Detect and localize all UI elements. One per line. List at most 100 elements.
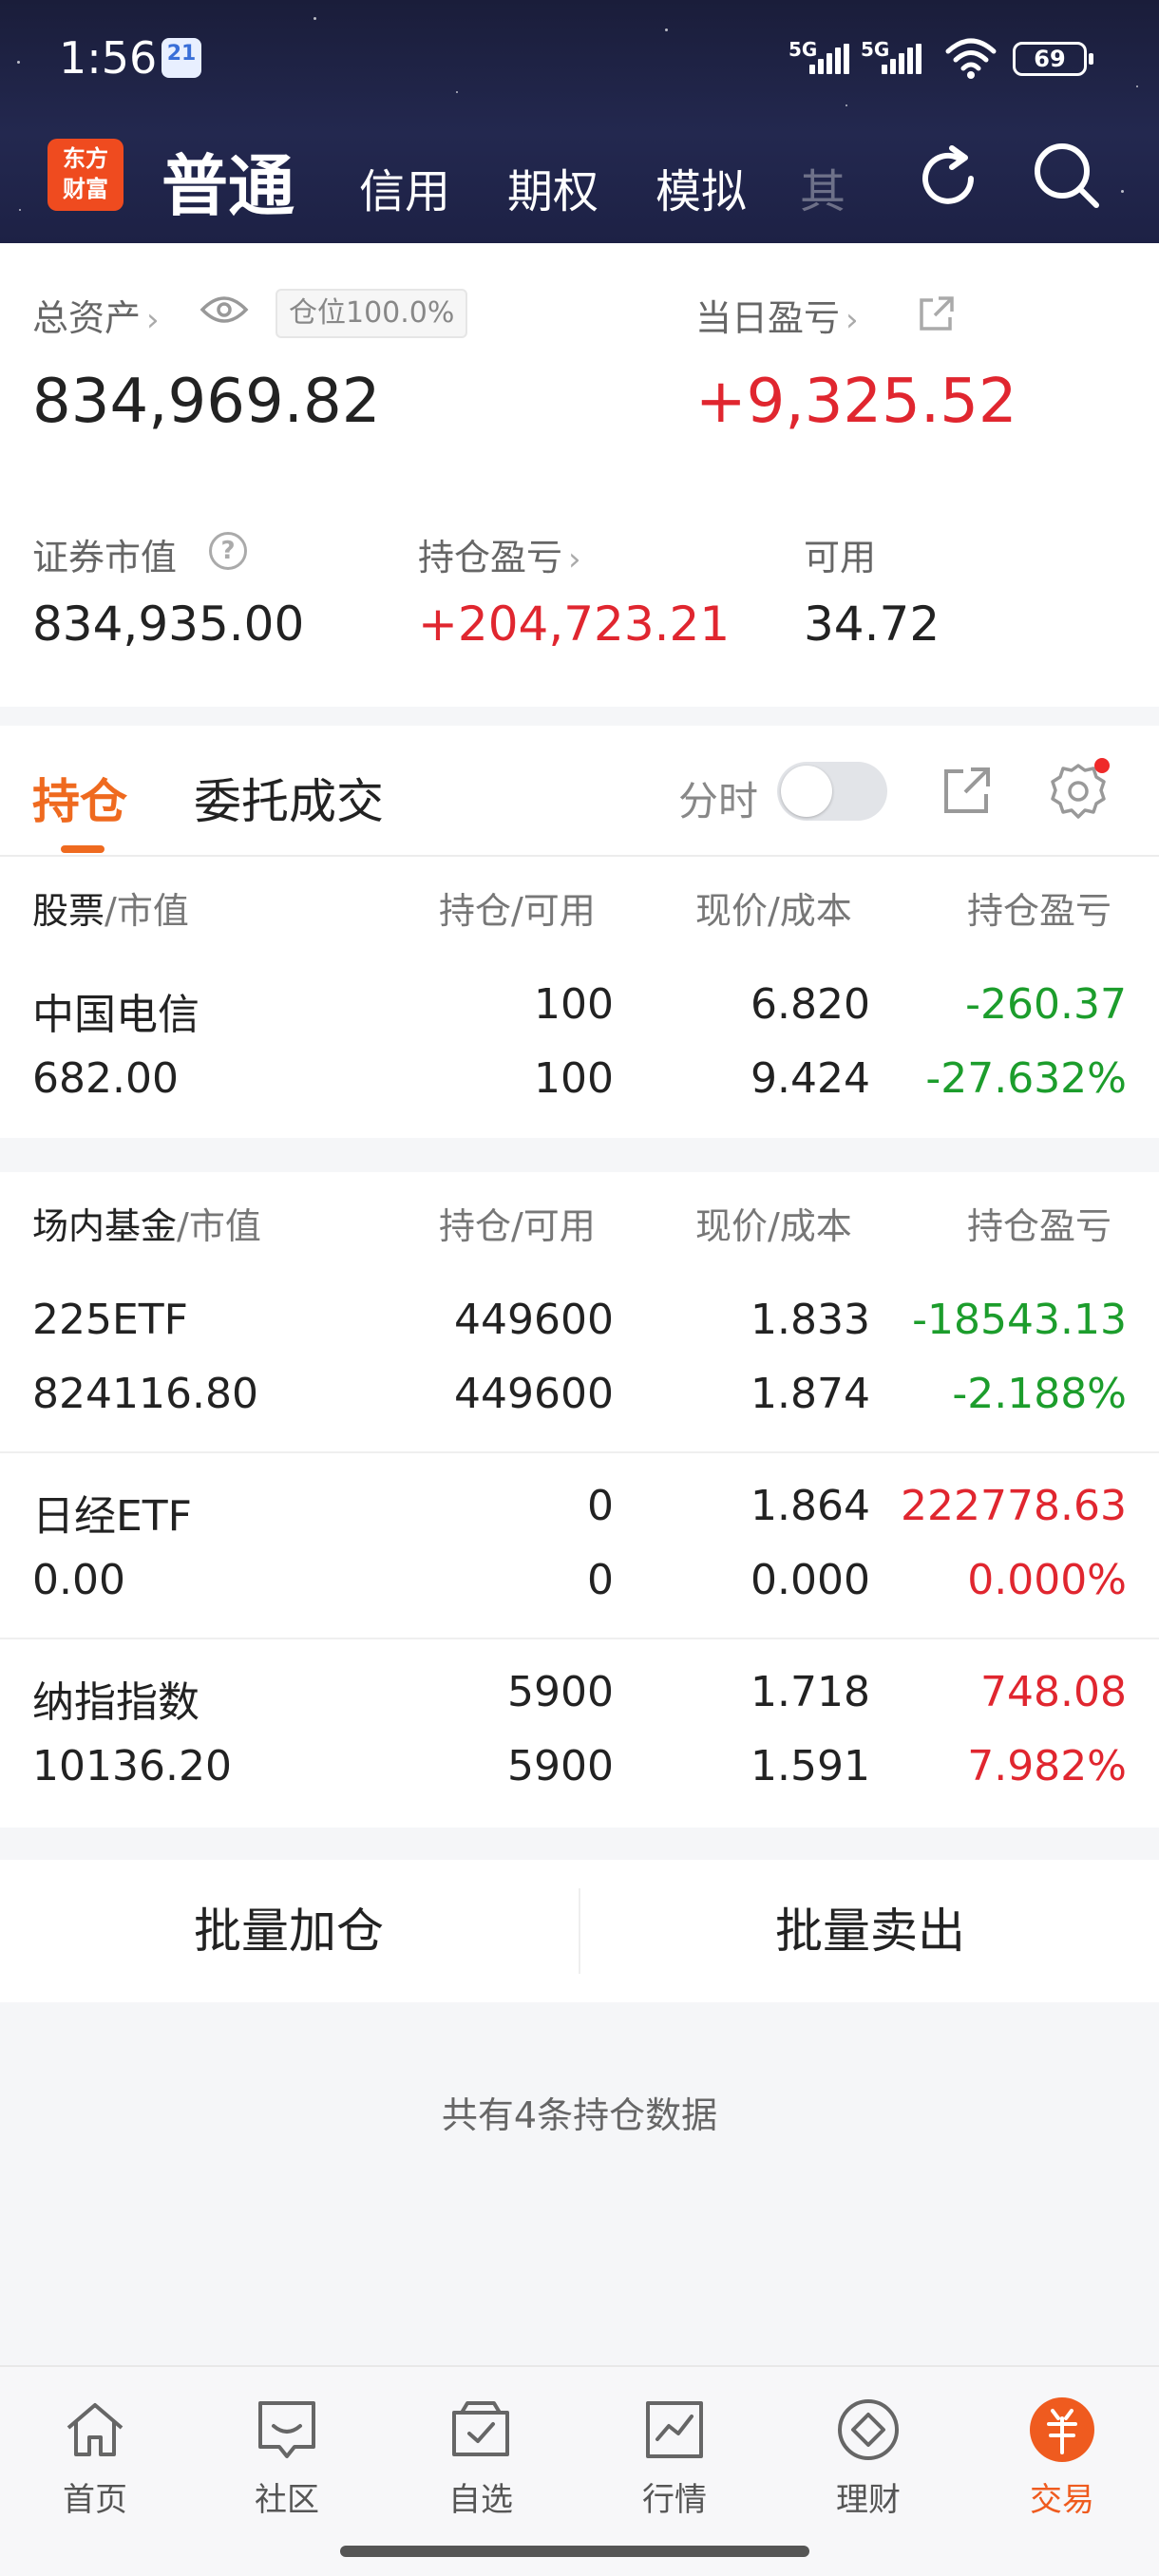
tab-credit[interactable]: 信用 <box>359 154 450 220</box>
market-icon <box>646 2401 703 2458</box>
holding-qty: 5900 <box>507 1668 614 1716</box>
holdings-count: 共有4条持仓数据 <box>441 2094 718 2136</box>
holding-pnl-pct: 0.000% <box>967 1556 1127 1604</box>
tab-holdings[interactable]: 持仓 <box>32 764 127 832</box>
holding-pnl: 748.08 <box>980 1668 1127 1716</box>
home-icon <box>66 2403 124 2456</box>
holding-market-value: 0.00 <box>32 1556 125 1604</box>
available-label: 可用 <box>804 537 877 578</box>
nav-label: 行情 <box>642 2481 707 2519</box>
holding-qty: 0 <box>587 1482 614 1530</box>
col-head-price: 现价/成本 <box>695 890 852 932</box>
nav-watchlist[interactable]: 自选 <box>405 2396 557 2538</box>
holding-qty: 100 <box>534 980 614 1029</box>
active-tab-indicator <box>61 845 104 853</box>
total-assets-label[interactable]: 总资产 › <box>32 289 160 341</box>
notification-icon: 21 <box>162 38 201 78</box>
col-head-name-text: 股票 <box>32 890 105 932</box>
trade-icon <box>1030 2397 1094 2462</box>
batch-add-button[interactable]: 批量加仓 <box>0 1860 578 2002</box>
col-head-name: 股票/市值 <box>32 881 189 934</box>
col-head-name-suffix: /市值 <box>177 1205 261 1247</box>
holding-cost: 9.424 <box>750 1054 870 1103</box>
nav-trade[interactable]: 交易 <box>986 2396 1138 2538</box>
nav-label: 首页 <box>63 2481 127 2519</box>
holding-row[interactable]: 225ETF 824116.80 449600 449600 1.833 1.8… <box>0 1267 1159 1453</box>
nav-label: 社区 <box>255 2481 319 2519</box>
holding-cost: 0.000 <box>750 1556 870 1604</box>
app-logo: 东方 财富 <box>48 139 124 211</box>
holding-available: 5900 <box>507 1742 614 1790</box>
holding-cost: 1.874 <box>750 1370 870 1418</box>
funds-section: 场内基金/市值 持仓/可用 现价/成本 持仓盈亏 225ETF 824116.8… <box>0 1172 1159 1828</box>
col-head-pnl: 持仓盈亏 <box>967 890 1112 932</box>
daily-pnl-label[interactable]: 当日盈亏 › <box>695 289 859 341</box>
batch-actions: 批量加仓 批量卖出 <box>0 1860 1159 2002</box>
holding-available: 0 <box>587 1556 614 1604</box>
holding-pnl-pct: -27.632% <box>925 1054 1127 1103</box>
holding-pnl: -260.37 <box>965 980 1127 1029</box>
share-icon[interactable] <box>940 764 994 817</box>
holding-pnl-pct: 7.982% <box>967 1742 1127 1790</box>
holding-price: 1.718 <box>750 1668 870 1716</box>
asset-summary: 总资产 › 仓位100.0% 834,969.82 当日盈亏 › +9,325.52… <box>0 243 1159 707</box>
holding-name: 225ETF <box>32 1296 188 1344</box>
holding-cost: 1.591 <box>750 1742 870 1790</box>
help-icon[interactable]: ? <box>209 532 247 570</box>
holding-price: 6.820 <box>750 980 870 1029</box>
wifi-icon <box>945 38 997 79</box>
col-head-name-text: 场内基金 <box>32 1205 178 1247</box>
holdings-tabs: 持仓 委托成交 分时 <box>0 726 1159 857</box>
tab-simulation[interactable]: 模拟 <box>656 154 747 220</box>
batch-sell-button[interactable]: 批量卖出 <box>581 1860 1159 2002</box>
nav-market[interactable]: 行情 <box>598 2396 750 2538</box>
timeshare-label: 分时 <box>678 778 759 824</box>
daily-pnl-value: +9,325.52 <box>695 367 1017 437</box>
available-value: 34.72 <box>804 597 940 652</box>
holding-row[interactable]: 纳指指数 10136.20 5900 5900 1.718 1.591 748.… <box>0 1639 1159 1826</box>
notification-dot <box>1094 758 1110 773</box>
total-assets-text: 总资产 <box>32 297 142 339</box>
tab-normal[interactable]: 普通 <box>162 133 294 229</box>
holding-row[interactable]: 中国电信 682.00 100 100 6.820 9.424 -260.37 … <box>0 952 1159 1138</box>
holding-pnl-text: 持仓盈亏 <box>418 537 563 578</box>
holding-pnl-label[interactable]: 持仓盈亏 › <box>418 528 581 580</box>
search-icon[interactable] <box>1028 137 1104 213</box>
holding-market-value: 824116.80 <box>32 1370 258 1418</box>
external-link-icon[interactable] <box>916 294 956 334</box>
col-head-name-suffix: /市值 <box>104 890 189 932</box>
holding-pnl: 222778.63 <box>901 1482 1127 1530</box>
refresh-icon[interactable] <box>910 141 986 217</box>
status-time: 1:56 <box>59 32 158 84</box>
market-value: 834,935.00 <box>32 597 305 652</box>
tab-orders[interactable]: 委托成交 <box>194 764 384 832</box>
holding-available: 100 <box>534 1054 614 1103</box>
chevron-right-icon: › <box>146 301 160 339</box>
position-ratio-badge: 仓位100.0% <box>276 289 468 338</box>
timeshare-toggle[interactable] <box>777 762 887 821</box>
holding-name: 中国电信 <box>32 991 200 1039</box>
nav-label: 自选 <box>448 2481 513 2519</box>
watchlist-icon <box>452 2401 509 2456</box>
total-assets-value: 834,969.82 <box>32 367 381 437</box>
tab-other[interactable]: 其 <box>800 154 846 220</box>
home-indicator[interactable] <box>340 2546 809 2557</box>
holding-market-value: 10136.20 <box>32 1742 232 1790</box>
holding-price: 1.833 <box>750 1296 870 1344</box>
holding-pnl-pct: -2.188% <box>952 1370 1127 1418</box>
holding-name: 日经ETF <box>32 1492 192 1541</box>
nav-wealth[interactable]: 理财 <box>792 2396 944 2538</box>
status-bar: 1:56 21 5G 5G 69 <box>0 0 1159 114</box>
market-value-label: 证券市值 <box>32 537 178 578</box>
holding-row[interactable]: 日经ETF 0.00 0 0 1.864 0.000 222778.63 0.0… <box>0 1453 1159 1639</box>
logo-line: 东方 <box>63 145 108 172</box>
battery-icon: 69 <box>1013 42 1093 76</box>
holding-pnl: -18543.13 <box>912 1296 1127 1344</box>
col-head-qty: 持仓/可用 <box>439 890 596 932</box>
tab-options[interactable]: 期权 <box>507 154 598 220</box>
nav-community[interactable]: 社区 <box>211 2396 363 2538</box>
eye-icon[interactable] <box>200 293 249 327</box>
nav-home[interactable]: 首页 <box>19 2396 171 2538</box>
daily-pnl-text: 当日盈亏 <box>695 297 841 339</box>
chevron-right-icon: › <box>568 540 581 578</box>
